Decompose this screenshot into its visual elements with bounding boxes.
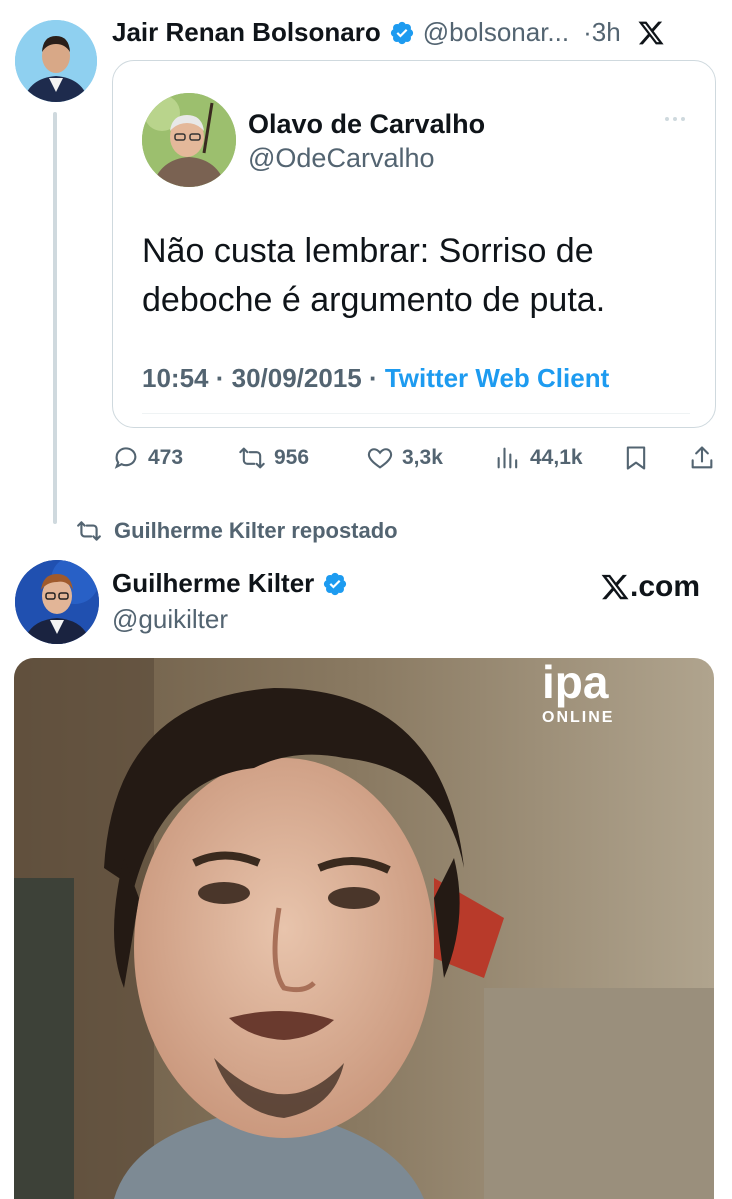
- verified-badge-icon: [390, 21, 413, 44]
- like-count: 3,3k: [402, 446, 443, 469]
- author-name[interactable]: Jair Renan Bolsonaro: [112, 17, 381, 48]
- bookmark-icon: [626, 446, 646, 470]
- author-handle[interactable]: @bolsonar...: [423, 17, 569, 48]
- heart-icon: [367, 448, 393, 469]
- quoted-tweet-time: 10:54: [142, 363, 209, 393]
- repost-button[interactable]: 956: [238, 444, 309, 472]
- author-avatar[interactable]: [15, 560, 99, 644]
- user-avatar-icon: [15, 20, 97, 102]
- quote-divider: [142, 413, 690, 414]
- like-button[interactable]: 3,3k: [366, 444, 443, 472]
- thread-line: [53, 112, 57, 524]
- share-button[interactable]: [688, 444, 716, 472]
- media-watermark-logo: ipa: [542, 658, 609, 708]
- separator-dot: ·: [361, 363, 385, 393]
- quoted-text-line: deboche é argumento de puta.: [142, 281, 606, 319]
- quoted-tweet-text: Não custa lembrar: Sorriso de deboche é …: [142, 227, 702, 325]
- repost-count: 956: [274, 446, 310, 469]
- separator-dot: ·: [208, 363, 232, 393]
- media-watermark-sub: ONLINE: [542, 709, 614, 726]
- more-dots-icon[interactable]: [663, 109, 687, 129]
- share-icon: [691, 446, 713, 469]
- author-name[interactable]: Guilherme Kilter: [112, 568, 314, 599]
- verified-badge-icon: [324, 572, 347, 595]
- repost-icon: [239, 447, 265, 469]
- user-avatar-icon: [15, 560, 99, 644]
- quoted-tweet-date: 30/09/2015: [231, 363, 362, 393]
- quoted-tweet-client[interactable]: Twitter Web Client: [385, 363, 609, 393]
- quoted-tweet-card[interactable]: Olavo de Carvalho @OdeCarvalho Não custa…: [112, 60, 716, 428]
- views-button[interactable]: 44,1k: [494, 444, 583, 472]
- bookmark-button[interactable]: [622, 444, 650, 472]
- tweet-time[interactable]: ·3h: [583, 17, 621, 48]
- views-count: 44,1k: [530, 446, 583, 469]
- views-icon: [497, 447, 518, 469]
- quoted-author-name[interactable]: Olavo de Carvalho: [248, 109, 485, 140]
- tweet-media-video[interactable]: ipa ONLINE: [14, 658, 714, 1199]
- reply-icon: [114, 447, 137, 469]
- reply-count: 473: [148, 446, 184, 469]
- author-handle[interactable]: @guikilter: [112, 604, 228, 635]
- quoted-author-handle[interactable]: @OdeCarvalho: [248, 143, 435, 174]
- reply-button[interactable]: 473: [112, 444, 183, 472]
- repost-icon: [77, 521, 101, 541]
- video-frame-image: ipa ONLINE: [14, 658, 714, 1199]
- source-domain: .com: [630, 570, 701, 603]
- user-avatar-icon: [142, 93, 236, 187]
- quoted-text-line: Não custa lembrar: Sorriso de: [142, 232, 594, 270]
- author-avatar[interactable]: [15, 20, 97, 102]
- quoted-author-avatar[interactable]: [142, 93, 236, 187]
- repost-banner[interactable]: Guilherme Kilter repostado: [76, 518, 398, 544]
- x-logo-icon: [638, 21, 664, 44]
- quoted-tweet-meta: 10:54 · 30/09/2015 · Twitter Web Client: [142, 363, 609, 394]
- x-logo-icon: [601, 574, 629, 600]
- source-watermark: .com: [600, 570, 700, 604]
- repost-banner-text: Guilherme Kilter repostado: [114, 518, 398, 543]
